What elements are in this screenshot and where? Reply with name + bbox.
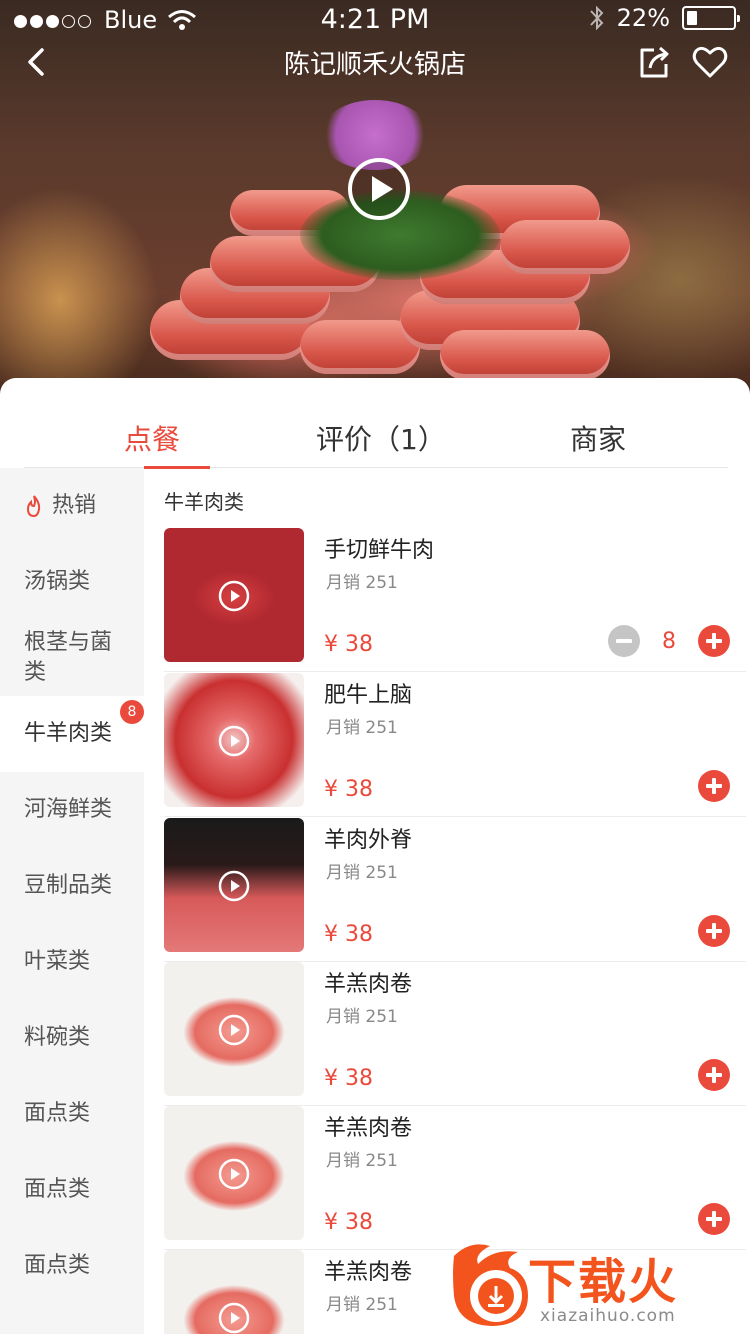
play-video-icon[interactable] [218,870,250,902]
sidebar-item-label: 面点类 [24,1253,91,1278]
dish-name: 手切鲜牛肉 [324,538,435,563]
section-title: 牛羊肉类 [164,490,244,514]
meat-roll [440,330,610,380]
sidebar-item-hot[interactable]: 热销 [0,468,144,544]
dish-sales: 月销 251 [326,1295,398,1315]
quantity-stepper: 8 [608,624,730,658]
add-button[interactable] [698,1059,730,1091]
quantity-stepper [698,1058,730,1092]
dish-list: 牛羊肉类 手切鲜牛肉 月销 251 ¥ 38 8 肥牛上脑 月销 251 ¥ 3… [144,468,750,1334]
category-sidebar: 热销 汤锅类 根茎与菌类 牛羊肉类 8 河海鲜类 豆制品类 叶菜类 料碗类 面点… [0,468,144,1334]
sidebar-item-label: 汤锅类 [24,569,91,594]
sidebar-item-noodles[interactable]: 面点类 [0,1076,144,1152]
battery-percent: 22% [616,4,670,32]
dish-price: ¥ 38 [324,1066,373,1091]
sidebar-item-label: 叶菜类 [24,949,91,974]
sidebar-item-label: 牛羊肉类 [24,721,113,746]
dish-sales: 月销 251 [326,573,398,593]
add-button[interactable] [698,915,730,947]
dish-row[interactable]: 肥牛上脑 月销 251 ¥ 38 [164,673,746,817]
dish-sales: 月销 251 [326,718,398,738]
tab-merchant[interactable]: 商家 [570,418,626,458]
dish-sales: 月销 251 [326,1151,398,1171]
fire-icon [26,495,41,518]
status-right: 22% [589,4,740,32]
sidebar-item-label: 料碗类 [24,1025,91,1050]
add-button[interactable] [698,770,730,802]
dish-price: ¥ 38 [324,922,373,947]
dish-name: 羊羔肉卷 [324,1116,413,1141]
bluetooth-icon [589,5,604,31]
quantity-stepper [698,1202,730,1236]
dish-name: 羊肉外脊 [324,828,413,853]
quantity-stepper [698,769,730,803]
dish-row[interactable]: 羊羔肉卷 月销 251 ¥ 38 [164,962,746,1106]
add-button[interactable] [698,1203,730,1235]
flame-logo-icon [453,1244,528,1326]
decrease-button[interactable] [608,625,640,657]
cart-count-badge: 8 [120,700,144,724]
sidebar-item-tofu[interactable]: 豆制品类 [0,848,144,924]
sidebar-item-greens[interactable]: 叶菜类 [0,924,144,1000]
status-bar: Blue 4:21 PM 22% [0,0,750,40]
dish-name: 羊羔肉卷 [324,1260,413,1285]
dish-row[interactable]: 羊肉外脊 月销 251 ¥ 38 [164,818,746,962]
sidebar-item-noodles[interactable]: 面点类 [0,1228,144,1304]
play-video-icon[interactable] [218,1302,250,1334]
dish-name: 肥牛上脑 [324,683,413,708]
share-icon[interactable] [634,42,674,82]
play-video-icon[interactable] [218,1014,250,1046]
nav-bar: 陈记顺禾火锅店 [0,40,750,84]
sidebar-item-sauce[interactable]: 料碗类 [0,1000,144,1076]
sidebar-item-meat[interactable]: 牛羊肉类 8 [0,696,144,772]
tab-bar: 点餐 评价（1） 商家 [24,378,728,469]
dish-sales: 月销 251 [326,863,398,883]
dish-sales: 月销 251 [326,1007,398,1027]
dish-row[interactable]: 羊羔肉卷 月销 251 ¥ 38 [164,1106,746,1250]
sidebar-item-seafood[interactable]: 河海鲜类 [0,772,144,848]
play-video-icon[interactable] [347,157,411,221]
sidebar-item-label: 河海鲜类 [24,797,113,822]
play-video-icon[interactable] [218,580,250,612]
dish-price: ¥ 38 [324,1210,373,1235]
meat-roll [500,220,630,274]
battery-level [687,11,697,25]
watermark: 下载火 xiazaihuo.com [444,1234,750,1334]
dish-name: 羊羔肉卷 [324,972,413,997]
sidebar-item-label: 面点类 [24,1177,91,1202]
battery-icon [682,6,740,30]
sidebar-item-label: 豆制品类 [24,873,113,898]
dish-price: ¥ 38 [324,777,373,802]
dish-price: ¥ 38 [324,632,373,657]
sidebar-item-label: 根茎与菌类 [24,630,113,685]
play-video-icon[interactable] [218,1158,250,1190]
sidebar-item-label: 面点类 [24,1101,91,1126]
sidebar-item-roots[interactable]: 根茎与菌类 [0,620,144,696]
tab-order[interactable]: 点餐 [124,418,180,458]
sidebar-item-noodles[interactable]: 面点类 [0,1152,144,1228]
watermark-brand: 下载火 [528,1254,679,1310]
watermark-url: xiazaihuo.com [540,1306,676,1326]
sidebar-item-soup[interactable]: 汤锅类 [0,544,144,620]
quantity-value: 8 [662,628,676,654]
dish-row[interactable]: 手切鲜牛肉 月销 251 ¥ 38 8 [164,528,746,672]
increase-button[interactable] [698,625,730,657]
quantity-stepper [698,914,730,948]
tab-reviews[interactable]: 评价（1） [316,418,446,458]
play-video-icon[interactable] [218,725,250,757]
sidebar-item-label: 热销 [52,493,97,518]
favorite-heart-icon[interactable] [690,42,730,82]
